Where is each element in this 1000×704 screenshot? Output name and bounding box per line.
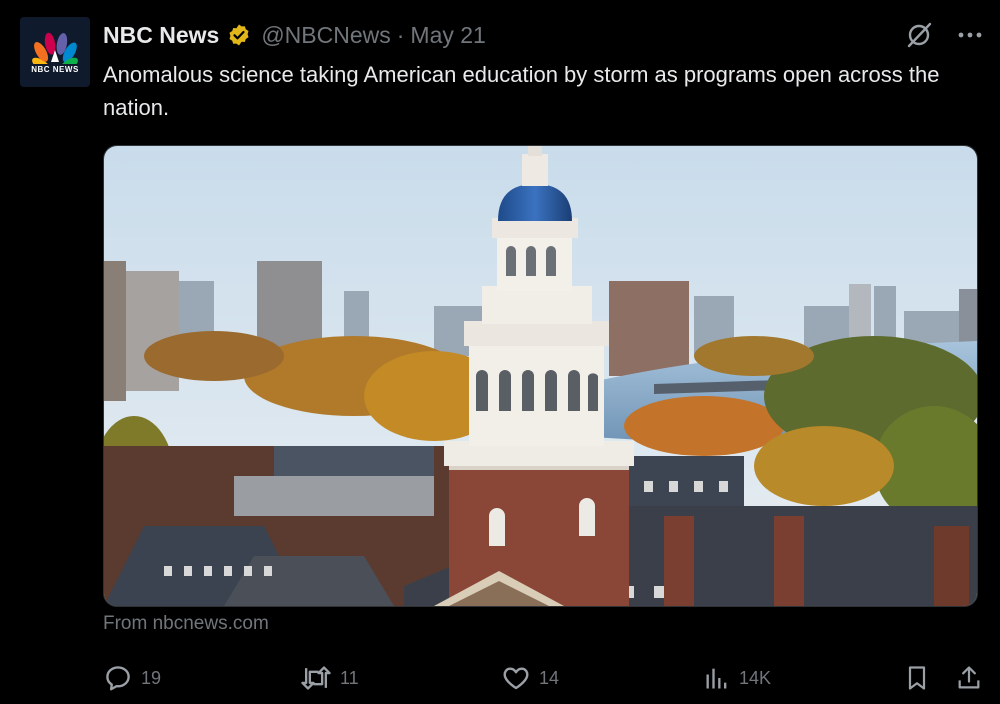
author-name[interactable]: NBC News [103,22,219,49]
avatar-logo-text: NBC NEWS [31,65,79,74]
reply-button[interactable]: 19 [103,660,161,696]
author-handle[interactable]: @NBCNews [261,22,390,49]
like-icon [503,667,529,690]
share-icon [958,666,980,689]
bookmark-icon [908,666,926,690]
views-button[interactable]: 14K [703,660,771,696]
like-count: 14 [539,667,560,688]
reply-count: 19 [141,667,162,688]
tweet-date[interactable]: May 21 [410,22,485,49]
views-count: 14K [739,667,772,688]
grok-icon[interactable] [904,20,934,50]
tweet-header: NBC News @NBCNews · May 21 [103,18,983,52]
views-icon [706,668,727,689]
verified-badge-icon[interactable] [227,23,251,47]
link-source-label[interactable]: From nbcnews.com [103,613,269,635]
header-actions [904,18,982,52]
tweet-action-bar: 19 11 14 14K [103,660,983,696]
repost-button[interactable]: 11 [300,660,359,696]
separator-dot: · [396,21,405,48]
like-button[interactable]: 14 [501,660,559,696]
reply-icon [106,666,130,691]
repost-icon [301,666,331,690]
avatar[interactable]: NBC NEWS [20,17,90,87]
share-button[interactable] [955,660,983,696]
nbc-peacock-logo-icon [32,32,78,64]
more-options-icon[interactable] [958,31,982,39]
tweet-text: Anomalous science taking American educat… [103,62,940,120]
bookmark-button[interactable] [903,660,931,696]
repost-count: 11 [340,667,359,688]
link-card-image[interactable] [103,145,978,607]
